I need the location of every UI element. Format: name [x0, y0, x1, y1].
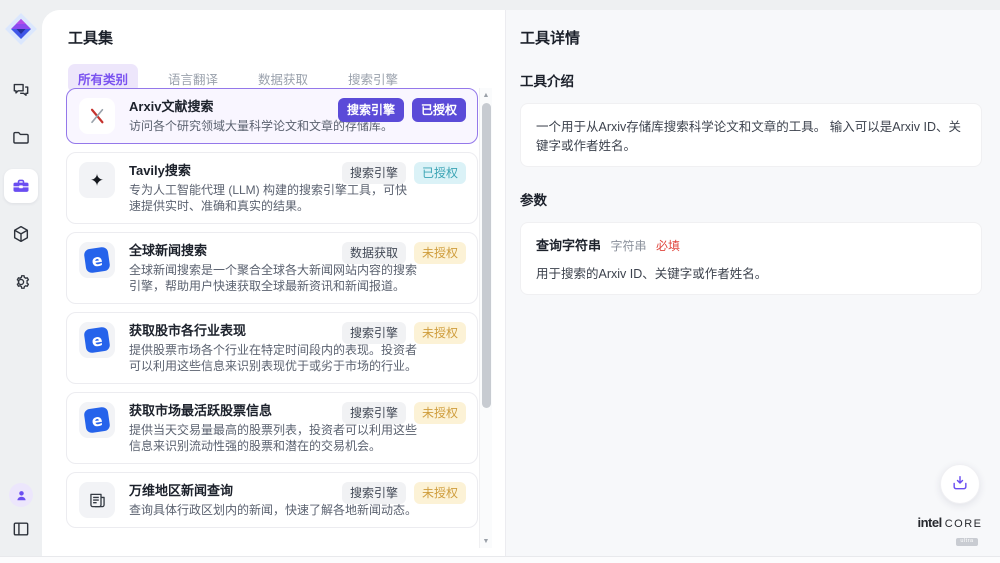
auth-status-badge: 未授权 — [414, 482, 466, 504]
tool-badges: 搜索引擎 未授权 — [342, 402, 466, 424]
tool-card[interactable]: e 获取股市各行业表现 提供股票市场各个行业在特定时间段内的表现。投资者可以利用… — [66, 312, 478, 384]
intro-box: 一个用于从Arxiv存储库搜索科学论文和文章的工具。 输入可以是Arxiv ID… — [520, 103, 982, 167]
app-logo-icon — [3, 11, 39, 47]
tool-description: 全球新闻搜索是一个聚合全球各大新闻网站内容的搜索引擎，帮助用户快速获取全球最新资… — [129, 262, 417, 294]
param-required-badge: 必填 — [656, 239, 680, 253]
tool-badges: 搜索引擎 已授权 — [338, 98, 466, 122]
param-header: 查询字符串 字符串 必填 — [536, 235, 966, 254]
auth-status-badge: 已授权 — [414, 162, 466, 184]
finance-e-icon: e — [79, 402, 115, 438]
intro-heading: 工具介绍 — [520, 70, 982, 90]
detail-title: 工具详情 — [520, 27, 982, 48]
category-badge: 数据获取 — [342, 242, 406, 264]
tool-detail-panel: 工具详情 工具介绍 一个用于从Arxiv存储库搜索科学论文和文章的工具。 输入可… — [505, 10, 1000, 556]
category-badge: 搜索引擎 — [342, 402, 406, 424]
tool-list-panel: 工具集 所有类别语言翻译数据获取搜索引擎 Arxiv文献搜索 访问各个研究领域大… — [42, 10, 505, 556]
tool-card[interactable]: e 全球新闻搜索 全球新闻搜索是一个聚合全球各大新闻网站内容的搜索引擎，帮助用户… — [66, 232, 478, 304]
brand-ultra-badge: ultra — [956, 538, 977, 547]
window-bottom-edge — [0, 556, 1000, 563]
list-scrollbar[interactable]: ▲ ▼ — [479, 88, 492, 548]
download-button[interactable] — [940, 464, 980, 504]
gear-icon[interactable] — [10, 271, 32, 293]
category-badge: 搜索引擎 — [342, 322, 406, 344]
category-badge: 搜索引擎 — [342, 482, 406, 504]
newspaper-icon — [79, 482, 115, 518]
category-badge: 搜索引擎 — [338, 98, 404, 122]
tool-description: 专为人工智能代理 (LLM) 构建的搜索引擎工具，可快速提供实时、准确和真实的结… — [129, 182, 417, 214]
auth-status-badge: 未授权 — [414, 322, 466, 344]
main-content: 工具集 所有类别语言翻译数据获取搜索引擎 Arxiv文献搜索 访问各个研究领域大… — [42, 10, 1000, 556]
tool-badges: 搜索引擎 未授权 — [342, 482, 466, 504]
auth-status-badge: 未授权 — [414, 402, 466, 424]
tool-description: 提供股票市场各个行业在特定时间段内的表现。投资者可以利用这些信息来识别表现优于或… — [129, 342, 417, 374]
cube-icon[interactable] — [10, 223, 32, 245]
tool-card[interactable]: ✦ Tavily搜索 专为人工智能代理 (LLM) 构建的搜索引擎工具，可快速提… — [66, 152, 478, 224]
finance-e-icon: e — [79, 322, 115, 358]
scroll-up-icon[interactable]: ▲ — [483, 88, 490, 102]
params-heading: 参数 — [520, 189, 982, 209]
arxiv-x-icon — [79, 98, 115, 134]
tool-card[interactable]: e 获取市场最活跃股票信息 提供当天交易量最高的股票列表，投资者可以利用这些信息… — [66, 392, 478, 464]
scrollbar-thumb[interactable] — [482, 103, 491, 408]
brand-intel-text: intel — [917, 516, 941, 529]
chat-icon[interactable] — [10, 79, 32, 101]
finance-e-icon: e — [79, 242, 115, 278]
download-icon — [950, 473, 970, 496]
tool-description: 提供当天交易量最高的股票列表，投资者可以利用这些信息来识别流动性强的股票和潜在的… — [129, 422, 417, 454]
folder-icon[interactable] — [10, 127, 32, 149]
category-badge: 搜索引擎 — [342, 162, 406, 184]
brand-core-text: CORE — [945, 519, 983, 530]
param-type: 字符串 — [611, 239, 647, 253]
tool-card[interactable]: 万维地区新闻查询 查询具体行政区划内的新闻，快速了解各地新闻动态。 搜索引擎 未… — [66, 472, 478, 528]
param-description: 用于搜索的Arxiv ID、关键字或作者姓名。 — [536, 263, 966, 282]
sidebar — [0, 0, 42, 556]
user-avatar[interactable] — [9, 483, 33, 507]
sidebar-bottom — [9, 483, 33, 540]
sidebar-nav — [4, 79, 38, 293]
panel-toggle-icon[interactable] — [10, 518, 32, 540]
scroll-down-icon[interactable]: ▼ — [483, 534, 490, 548]
tavily-star-icon: ✦ — [79, 162, 115, 198]
intel-core-logo: intel CORE ultra — [914, 516, 986, 546]
param-box: 查询字符串 字符串 必填 用于搜索的Arxiv ID、关键字或作者姓名。 — [520, 222, 982, 295]
tool-badges: 搜索引擎 未授权 — [342, 322, 466, 344]
tool-description: 查询具体行政区划内的新闻，快速了解各地新闻动态。 — [129, 502, 417, 518]
toolbox-icon[interactable] — [4, 169, 38, 203]
param-name: 查询字符串 — [536, 238, 601, 253]
tool-list: Arxiv文献搜索 访问各个研究领域大量科学论文和文章的存储库。 搜索引擎 已授… — [66, 88, 478, 556]
auth-status-badge: 已授权 — [412, 98, 466, 122]
intro-text: 一个用于从Arxiv存储库搜索科学论文和文章的工具。 输入可以是Arxiv ID… — [536, 120, 961, 153]
page-title: 工具集 — [68, 27, 505, 48]
app-window: 工具集 所有类别语言翻译数据获取搜索引擎 Arxiv文献搜索 访问各个研究领域大… — [0, 0, 1000, 563]
tool-card[interactable]: Arxiv文献搜索 访问各个研究领域大量科学论文和文章的存储库。 搜索引擎 已授… — [66, 88, 478, 144]
auth-status-badge: 未授权 — [414, 242, 466, 264]
tool-badges: 数据获取 未授权 — [342, 242, 466, 264]
tool-badges: 搜索引擎 已授权 — [342, 162, 466, 184]
